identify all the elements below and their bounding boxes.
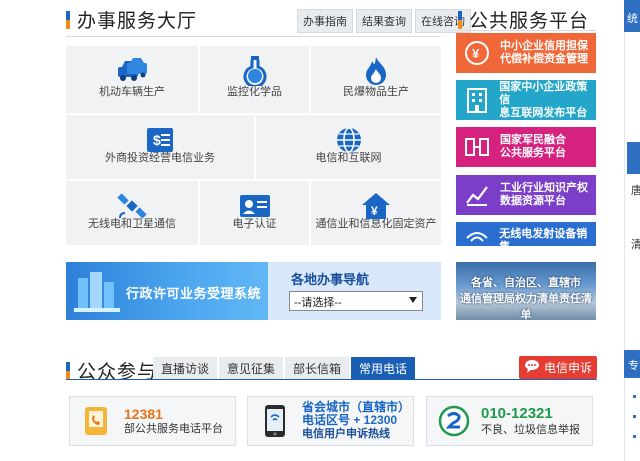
flask-icon [238,56,272,86]
hotline-desc: 不良、垃圾信息举报 [481,424,580,436]
power-list-line2: 通信管理局权力清单责任清单 [460,293,592,320]
hotline-desc: 电信用户申诉热线 [302,428,390,440]
svg-text:$: $ [153,132,161,148]
platform-divider [455,30,596,31]
hall-title: 办事服务大厅 [77,11,198,32]
service-foreign-telecom[interactable]: $ 外商投资经营电信业务 [66,115,254,179]
edge-highlight [627,142,640,174]
service-radio-satellite[interactable]: 无线电和卫星通信 [66,181,198,245]
platform-item-text: 国家军民融合 公共服务平台 [500,134,566,159]
platform-header: 公共服务平台 [458,6,589,33]
satellite-icon [115,191,149,221]
tab-common-phones[interactable]: 常用电话 [351,357,416,379]
hotline-number: 12381 [124,406,163,422]
power-list-line1: 各省、自治区、直辖市 [471,277,581,289]
local-guide-panel: 各地办事导航 --请选择-- [268,262,441,320]
hotline-12300[interactable]: 省会城市（直辖市） 电话区号 + 12300 电信用户申诉热线 [247,396,414,446]
service-vehicle[interactable]: 机动车辆生产 [66,46,198,113]
right-edge-column [624,0,640,461]
edge-text[interactable]: 清 [631,236,640,252]
hotline-text: 省会城市（直辖市） 电话区号 + 12300 电信用户申诉热线 [302,401,410,441]
admin-license-banner[interactable]: 行政许可业务受理系统 [66,262,268,320]
tab-result-query[interactable]: 结果查询 [356,9,412,33]
edge-top-tab[interactable]: 统 [624,0,640,32]
globe-icon [332,125,366,155]
svg-text:¥: ¥ [371,204,378,218]
platform-item-text: 工业行业知识产权 数据资源平台 [500,182,588,207]
merge-icon [460,135,494,159]
platform-credit-guarantee[interactable]: ¥ 中小企业信用担保 代偿补偿资金管理 [456,33,596,73]
building-illustration-icon [72,268,124,319]
platform-title: 公共服务平台 [469,11,590,32]
building-icon [460,87,493,113]
platform-title-bar [458,10,462,29]
service-explosives[interactable]: 民爆物品生产 [311,46,441,113]
chat-bubble-icon [524,359,540,376]
hall-tabs: 办事指南 结果查询 在线咨询 [297,9,471,33]
public-divider [66,379,597,380]
edge-dot [633,395,636,398]
platform-sme-policy[interactable]: 国家中小企业政策信 息互联网发布平台 [456,80,596,120]
phone-icon [78,402,116,440]
platform-radio-equipment[interactable]: 无线电发射设备销售 [456,222,596,253]
hotline-12381[interactable]: 12381 部公共服务电话平台 [69,396,236,446]
region-select[interactable]: --请选择-- [289,291,423,311]
service-fixed-assets[interactable]: ¥ 通信业和信息化固定资产 [311,181,441,245]
id-card-icon [238,191,272,221]
wifi-icon [460,228,493,242]
public-title-bar [66,361,70,380]
chevron-down-icon [409,297,417,303]
report-icon [435,402,473,440]
chart-icon [460,183,494,207]
mobile-icon [256,402,294,440]
house-yuan-icon: ¥ [359,191,393,221]
hall-header: 办事服务大厅 [66,6,197,33]
tab-opinion[interactable]: 意见征集 [219,357,284,379]
hotline-text: 010-12321 不良、垃圾信息举报 [481,405,580,437]
complaint-label: 电信申诉 [543,361,592,375]
tab-minister-mailbox[interactable]: 部长信箱 [285,357,350,379]
hotline-number: 010-12321 [481,405,553,422]
edge-dot [633,415,636,418]
edge-text[interactable]: 唐 [631,182,640,198]
hall-divider [66,36,441,37]
service-telecom-internet[interactable]: 电信和互联网 [256,115,441,179]
platform-military-civil[interactable]: 国家军民融合 公共服务平台 [456,127,596,167]
tab-live-interview[interactable]: 直播访谈 [153,357,218,379]
hotline-text: 12381 部公共服务电话平台 [124,406,223,436]
flame-icon [359,56,393,86]
service-chemicals[interactable]: 监控化学品 [200,46,309,113]
vehicle-icon [115,56,149,86]
coin-icon: ¥ [460,40,494,66]
hotline-line2: 电话区号 + 12300 [302,413,398,427]
power-list-banner[interactable]: 各省、自治区、直辖市 通信管理局权力清单责任清单 [456,262,596,320]
hotline-desc: 部公共服务电话平台 [124,423,223,435]
hall-title-bar [66,10,70,29]
telecom-complaint-button[interactable]: 电信申诉 [519,356,597,379]
local-guide-title: 各地办事导航 [291,272,370,287]
dollar-doc-icon: $ [143,125,177,155]
platform-item-text: 国家中小企业政策信 息互联网发布平台 [499,80,588,119]
public-tabs: 直播访谈 意见征集 部长信箱 常用电话 [153,357,416,379]
platform-ip-data[interactable]: 工业行业知识产权 数据资源平台 [456,175,596,215]
platform-item-text: 无线电发射设备销售 [499,228,588,253]
svg-text:¥: ¥ [472,46,480,61]
hotline-12321[interactable]: 010-12321 不良、垃圾信息举报 [426,396,593,446]
region-select-value: --请选择-- [294,297,342,309]
tab-guide[interactable]: 办事指南 [297,9,353,33]
banner-text: 行政许可业务受理系统 [126,286,262,301]
edge-bottom-tab[interactable]: 专 [624,350,640,378]
service-e-cert[interactable]: 电子认证 [200,181,309,245]
edge-dot [633,435,636,438]
platform-item-text: 中小企业信用担保 代偿补偿资金管理 [500,40,588,65]
